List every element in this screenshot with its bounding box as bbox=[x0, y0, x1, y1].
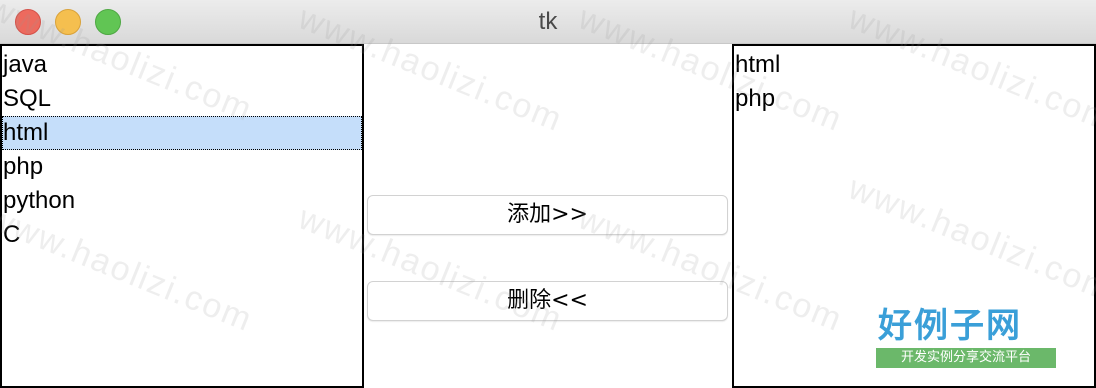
source-listbox[interactable]: java SQL html php python C bbox=[0, 44, 364, 388]
source-list-item[interactable]: java bbox=[2, 48, 362, 82]
source-list-item[interactable]: SQL bbox=[2, 82, 362, 116]
target-list-item[interactable]: html bbox=[734, 48, 1094, 82]
source-list-item[interactable]: php bbox=[2, 150, 362, 184]
site-logo: 好例子网 开发实例分享交流平台 bbox=[876, 306, 1058, 368]
target-list-item[interactable]: php bbox=[734, 82, 1094, 116]
delete-button[interactable]: 删除<< bbox=[367, 281, 728, 321]
logo-subtitle: 开发实例分享交流平台 bbox=[876, 348, 1056, 368]
title-bar: tk bbox=[0, 0, 1096, 44]
source-list-item-selected[interactable]: html bbox=[2, 116, 362, 150]
window-title: tk bbox=[538, 8, 558, 35]
logo-title: 好例子网 bbox=[878, 306, 1022, 346]
source-list-item[interactable]: C bbox=[2, 218, 362, 252]
add-button[interactable]: 添加>> bbox=[367, 195, 728, 235]
source-list-item[interactable]: python bbox=[2, 184, 362, 218]
